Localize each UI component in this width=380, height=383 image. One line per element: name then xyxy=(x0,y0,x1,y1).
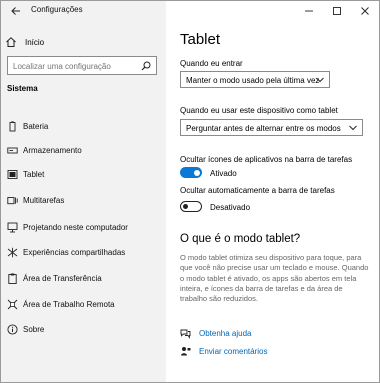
sidebar-item-multitarefas[interactable]: Multitarefas xyxy=(1,191,166,211)
sidebar-item-label: Armazenamento xyxy=(23,146,82,155)
remote-desktop-icon xyxy=(7,299,18,310)
search-icon[interactable] xyxy=(141,61,151,71)
search-input[interactable] xyxy=(13,60,133,72)
sidebar-section-title: Sistema xyxy=(7,84,38,93)
auto-hide-toggle[interactable] xyxy=(180,201,202,212)
usage-label: Quando eu usar este dispositivo como tab… xyxy=(180,106,338,115)
tablet-icon xyxy=(7,170,18,179)
chevron-down-icon xyxy=(349,125,357,131)
section-subheading: O que é o modo tablet? xyxy=(180,233,301,245)
sidebar-item-sobre[interactable]: Sobre xyxy=(1,320,166,340)
maximize-button[interactable] xyxy=(323,1,351,21)
sidebar-item-projetando[interactable]: Projetando neste computador xyxy=(1,218,166,238)
help-link-text[interactable]: Obtenha ajuda xyxy=(199,329,252,338)
signin-dropdown-value: Manter o modo usado pela última vez xyxy=(186,76,320,85)
sidebar: Início Sistema Bateria Armazenamento xyxy=(1,1,166,382)
multitasking-icon xyxy=(7,197,18,205)
main-content: Tablet Quando eu entrar Manter o modo us… xyxy=(167,21,379,381)
sidebar-item-transferencia[interactable]: Área de Transferência xyxy=(1,269,166,289)
close-icon xyxy=(361,7,369,15)
sidebar-item-label: Sobre xyxy=(23,325,45,334)
description-text: O modo tablet otimiza seu dispositivo pa… xyxy=(180,253,369,304)
help-link[interactable]: Obtenha ajuda xyxy=(180,328,252,339)
search-box[interactable] xyxy=(7,56,157,75)
sidebar-item-label: Tablet xyxy=(23,170,45,179)
signin-dropdown[interactable]: Manter o modo usado pela última vez xyxy=(180,71,330,88)
hide-icons-toggle[interactable] xyxy=(180,167,202,178)
sidebar-item-experiencias[interactable]: Experiências compartilhadas xyxy=(1,243,166,263)
minimize-icon xyxy=(305,10,313,12)
signin-label: Quando eu entrar xyxy=(180,59,243,68)
sidebar-item-home[interactable]: Início xyxy=(5,34,44,50)
window-controls xyxy=(295,1,379,21)
settings-window: Início Sistema Bateria Armazenamento xyxy=(0,0,380,383)
battery-icon xyxy=(9,121,16,132)
sidebar-item-label: Projetando neste computador xyxy=(23,223,128,232)
usage-dropdown[interactable]: Perguntar antes de alternar entre os mod… xyxy=(180,119,363,136)
hide-icons-label: Ocultar ícones de aplicativos na barra d… xyxy=(180,155,353,164)
help-chat-icon xyxy=(180,329,191,339)
info-icon xyxy=(7,324,18,335)
shared-experiences-icon xyxy=(7,247,18,258)
chevron-down-icon xyxy=(316,77,324,83)
feedback-link[interactable]: Enviar comentários xyxy=(180,346,267,357)
feedback-icon xyxy=(181,347,191,356)
sidebar-item-label: Experiências compartilhadas xyxy=(23,248,126,257)
sidebar-item-label: Área de Trabalho Remota xyxy=(23,300,115,309)
back-arrow-icon[interactable] xyxy=(9,4,23,18)
hide-icons-state: Ativado xyxy=(210,169,237,178)
feedback-link-text[interactable]: Enviar comentários xyxy=(199,347,267,356)
title-bar: Configurações xyxy=(1,1,379,21)
home-icon xyxy=(6,37,16,47)
sidebar-item-label: Bateria xyxy=(23,122,49,131)
projecting-icon xyxy=(7,222,18,233)
sidebar-item-remota[interactable]: Área de Trabalho Remota xyxy=(1,295,166,315)
toggle-knob xyxy=(193,169,200,176)
sidebar-item-home-label: Início xyxy=(25,37,45,47)
clipboard-icon xyxy=(8,273,17,284)
app-title: Configurações xyxy=(31,5,83,14)
maximize-icon xyxy=(333,7,341,15)
close-button[interactable] xyxy=(351,1,379,21)
sidebar-item-label: Multitarefas xyxy=(23,196,65,205)
auto-hide-state: Desativado xyxy=(210,203,251,212)
storage-icon xyxy=(7,147,18,154)
page-title: Tablet xyxy=(180,31,221,48)
sidebar-item-label: Área de Transferência xyxy=(23,274,102,283)
toggle-knob xyxy=(183,203,188,209)
sidebar-item-armazenamento[interactable]: Armazenamento xyxy=(1,141,166,161)
minimize-button[interactable] xyxy=(295,1,323,21)
sidebar-item-bateria[interactable]: Bateria xyxy=(1,117,166,137)
auto-hide-label: Ocultar automaticamente a barra de taref… xyxy=(180,186,335,195)
usage-dropdown-value: Perguntar antes de alternar entre os mod… xyxy=(186,124,341,133)
sidebar-item-tablet[interactable]: Tablet xyxy=(1,165,166,185)
